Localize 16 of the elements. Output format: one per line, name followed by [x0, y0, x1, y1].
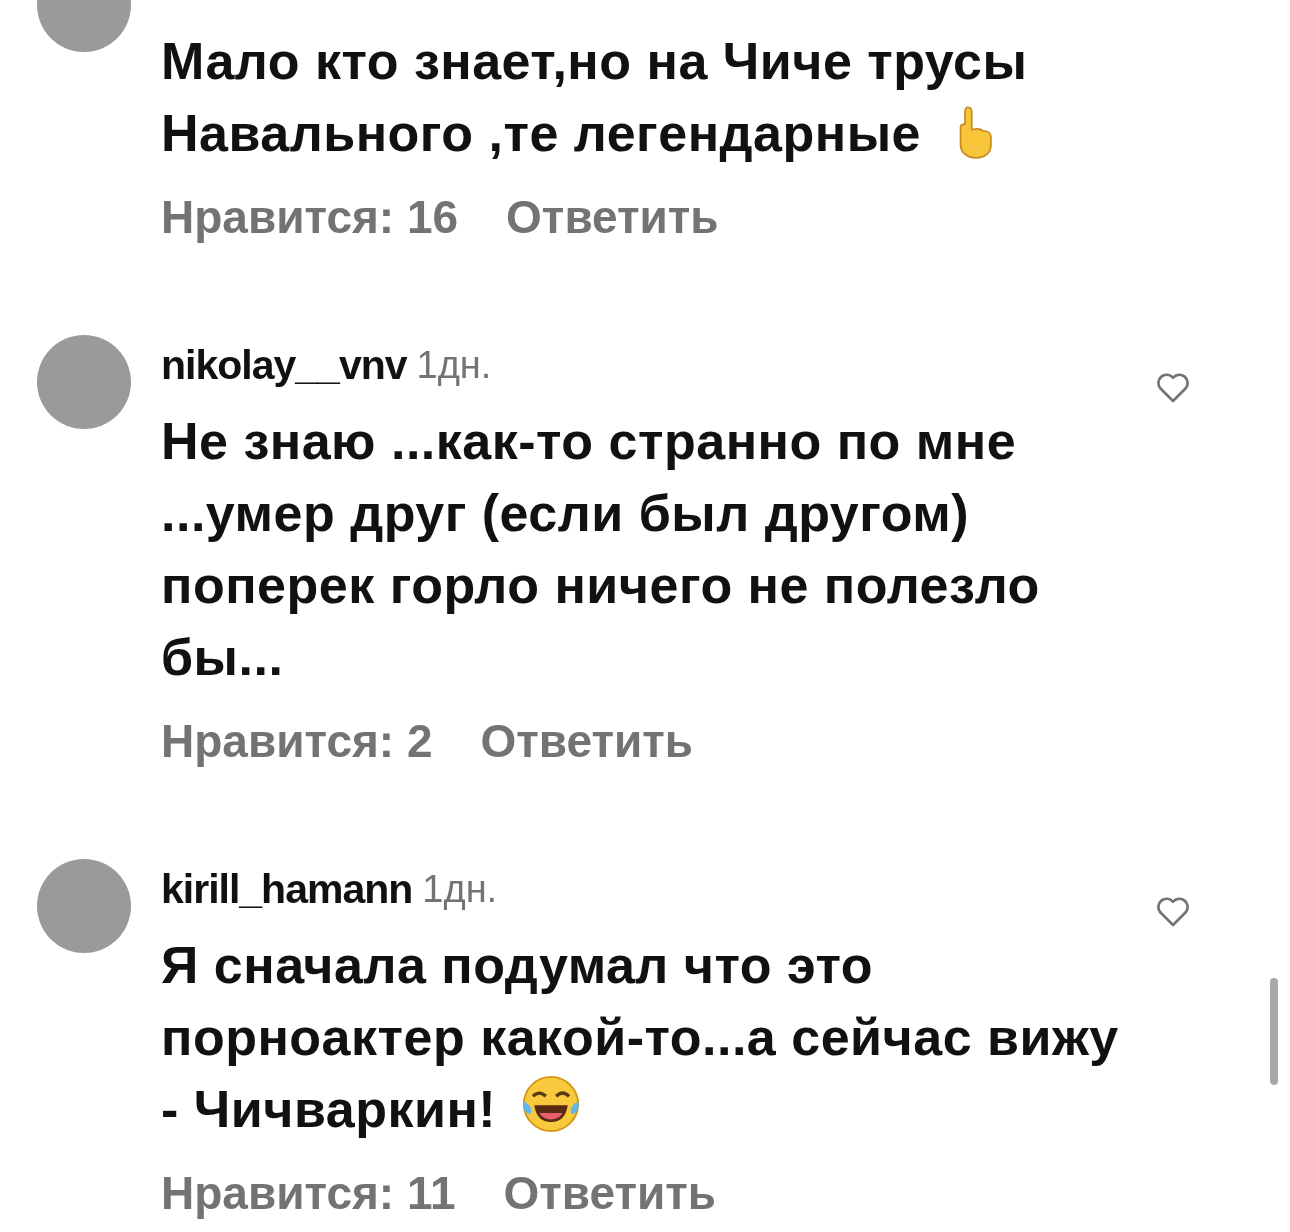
reply-button[interactable]: Ответить	[503, 1166, 717, 1220]
comment-time: 1дн.	[416, 343, 492, 387]
heart-icon[interactable]	[1155, 371, 1191, 404]
comment-text: Не знаю ...как-то странно по мне ...умер друг (если был другом) поперек горло ничего не полезло бы...	[161, 411, 1041, 688]
comment-text: Я сначала подумал что это порноактер какой-то...а сейчас вижу - Чичваркин!	[161, 935, 1120, 1140]
likes-count[interactable]: Нравится: 11	[161, 1166, 456, 1220]
reply-button[interactable]: Ответить	[506, 190, 719, 244]
comment-text: Мало кто знает,но на Чиче трусы Навального ,те легендарные	[161, 31, 1029, 164]
likes-count[interactable]: Нравится: 2	[161, 714, 433, 768]
username[interactable]: nikolay__vnv	[161, 341, 407, 389]
username[interactable]: kirill_hamann	[161, 865, 413, 913]
scrollbar[interactable]	[1270, 978, 1278, 1085]
heart-icon[interactable]	[1155, 895, 1191, 928]
likes-count[interactable]: Нравится: 16	[161, 190, 459, 244]
reply-button[interactable]: Ответить	[480, 714, 694, 768]
comment-time: 1дн.	[422, 867, 498, 911]
